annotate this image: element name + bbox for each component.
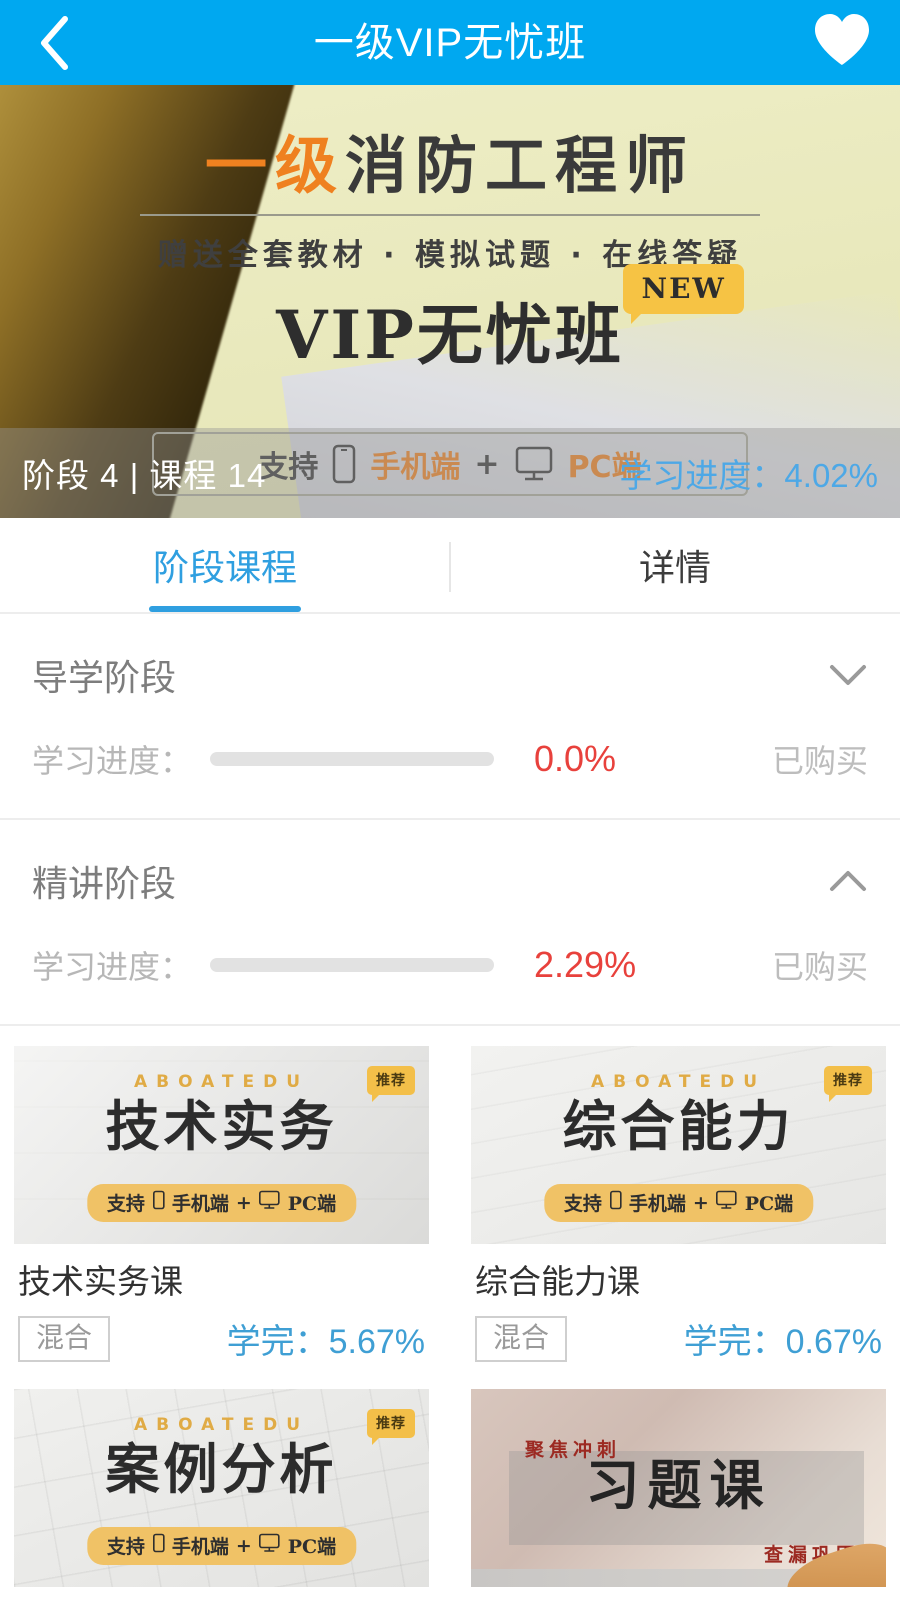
- course-type-tag: 混合: [18, 1315, 111, 1362]
- thumb-main-text: 技术实务: [105, 1095, 338, 1158]
- progress-track-jingjiang: [210, 958, 495, 972]
- course-card[interactable]: 聚焦冲刺 习题课 查漏巩固: [471, 1389, 886, 1588]
- course-grid: ABOATEDU 推荐 技术实务 支持 手机端 + PC端 技术实务课 混合 学…: [0, 1026, 900, 1588]
- course-thumbnail[interactable]: ABOATEDU 推荐 技术实务 支持 手机端 + PC端: [14, 1046, 429, 1244]
- thumb-support-mobile: 手机端: [171, 1536, 229, 1559]
- course-completed-value: 0.67%: [785, 1323, 882, 1362]
- tab-stage-courses[interactable]: 阶段课程: [0, 518, 450, 612]
- course-completed-label: 学完：: [226, 1323, 329, 1362]
- course-meta: 混合 学完：0.67%: [471, 1314, 886, 1363]
- banner-title: 一级消防工程师: [0, 133, 900, 198]
- section-progress-jingjiang: 学习进度： 2.29% 已购买: [0, 942, 900, 1024]
- overall-progress-value: 4.02%: [784, 457, 878, 494]
- purchased-badge-jingjiang: 已购买: [771, 949, 868, 985]
- banner-divider: [140, 214, 760, 217]
- thumb-support-bar: 支持 手机端 + PC端: [543, 1184, 814, 1222]
- course-card[interactable]: ABOATEDU 推荐 综合能力 支持 手机端 + PC端 综合能力课 混合 学…: [471, 1046, 886, 1363]
- tab-bar: 阶段课程 详情: [0, 518, 900, 614]
- purchased-badge-daoxue: 已购买: [771, 743, 868, 779]
- banner-subtitle: 赠送全套教材 · 模拟试题 · 在线答疑: [157, 238, 743, 274]
- desktop-monitor-icon: [716, 1190, 738, 1215]
- thumb-main-text: 综合能力: [562, 1095, 795, 1158]
- thumb-main-text: 案例分析: [105, 1438, 338, 1502]
- recommend-badge: 推荐: [367, 1409, 415, 1446]
- thumb-support-plus: +: [235, 1534, 252, 1557]
- mobile-phone-icon: [609, 1190, 622, 1215]
- course-type-tag: 混合: [475, 1315, 568, 1362]
- thumb-support-mobile: 手机端: [171, 1193, 229, 1215]
- recommend-badge: 推荐: [367, 1066, 415, 1102]
- thumb-support-prefix: 支持: [106, 1536, 145, 1559]
- progress-track-daoxue: [210, 752, 495, 766]
- overall-progress-label: 学习进度：: [619, 457, 785, 494]
- banner-title-rest: 消防工程师: [345, 129, 696, 202]
- section-jingjiang: 精讲阶段 学习进度： 2.29% 已购买: [0, 820, 900, 1026]
- thumb-support-bar: 支持 手机端 + PC端: [86, 1527, 357, 1566]
- course-thumbnail[interactable]: ABOATEDU 推荐 综合能力 支持 手机端 + PC端: [471, 1046, 886, 1244]
- thumb-support-pc: PC端: [744, 1193, 794, 1215]
- banner-vip-block: VIP无忧班 NEW: [276, 264, 744, 375]
- section-title-jingjiang: 精讲阶段: [32, 863, 177, 904]
- course-card[interactable]: ABOATEDU 推荐 案例分析 支持 手机端 + PC端: [14, 1389, 429, 1588]
- recommend-badge: 推荐: [824, 1066, 872, 1102]
- thumb-support-prefix: 支持: [563, 1193, 602, 1215]
- course-completed-value: 5.67%: [328, 1323, 425, 1362]
- thumb-support-plus: +: [692, 1191, 709, 1214]
- desktop-monitor-icon: [259, 1533, 281, 1558]
- section-title-daoxue: 导学阶段: [32, 657, 177, 698]
- course-title: 综合能力课: [475, 1263, 640, 1300]
- progress-label-daoxue: 学习进度：: [32, 743, 193, 779]
- chevron-down-icon[interactable]: [828, 655, 868, 695]
- chevron-left-icon: [37, 15, 71, 71]
- mobile-phone-icon: [152, 1533, 165, 1558]
- chevron-up-icon[interactable]: [828, 861, 868, 901]
- tab-details-label: 详情: [638, 547, 711, 588]
- progress-value-daoxue: 0.0%: [534, 738, 617, 779]
- new-badge: NEW: [623, 264, 744, 325]
- course-meta: 混合 学完：5.67%: [14, 1314, 429, 1363]
- favorite-button[interactable]: [812, 14, 872, 72]
- thumb-support-mobile: 手机端: [628, 1193, 686, 1215]
- mobile-phone-icon: [152, 1190, 165, 1215]
- overall-progress: 学习进度：4.02%: [619, 449, 878, 497]
- course-thumbnail[interactable]: ABOATEDU 推荐 案例分析 支持 手机端 + PC端: [14, 1389, 429, 1588]
- course-completed: 学完：5.67%: [227, 1314, 425, 1363]
- section-progress-daoxue: 学习进度： 0.0% 已购买: [0, 736, 900, 818]
- section-daoxue: 导学阶段 学习进度： 0.0% 已购买: [0, 614, 900, 820]
- tab-stage-courses-label: 阶段课程: [152, 547, 297, 588]
- heart-icon: [812, 12, 872, 73]
- tab-details[interactable]: 详情: [450, 518, 900, 612]
- course-completed-label: 学完：: [683, 1323, 786, 1362]
- banner-content: 一级消防工程师 赠送全套教材 · 模拟试题 · 在线答疑 VIP无忧班 NEW: [0, 85, 900, 368]
- thumb-support-pc: PC端: [287, 1536, 337, 1559]
- thumb-support-pc: PC端: [287, 1193, 337, 1215]
- banner-progress-overlay: 阶段 4 | 课程 14 学习进度：4.02%: [0, 428, 900, 518]
- page-title: 一级VIP无忧班: [313, 20, 587, 65]
- desktop-monitor-icon: [259, 1190, 281, 1215]
- course-thumbnail[interactable]: 聚焦冲刺 习题课 查漏巩固: [471, 1389, 886, 1588]
- app-header: 一级VIP无忧班: [0, 0, 900, 85]
- banner-title-accent: 一级: [204, 129, 345, 202]
- app-screen: 一级VIP无忧班 一级消防工程师 赠送全套教材 · 模拟试题 · 在线答疑 VI…: [0, 0, 900, 1600]
- course-title: 技术实务课: [18, 1263, 183, 1300]
- progress-value-jingjiang: 2.29%: [534, 944, 637, 985]
- thumb-support-plus: +: [235, 1191, 252, 1214]
- section-header-daoxue[interactable]: 导学阶段: [0, 614, 900, 736]
- section-header-jingjiang[interactable]: 精讲阶段: [0, 820, 900, 942]
- course-banner[interactable]: 一级消防工程师 赠送全套教材 · 模拟试题 · 在线答疑 VIP无忧班 NEW …: [0, 85, 900, 518]
- thumb-support-prefix: 支持: [106, 1193, 145, 1215]
- course-card[interactable]: ABOATEDU 推荐 技术实务 支持 手机端 + PC端 技术实务课 混合 学…: [14, 1046, 429, 1363]
- stage-course-label: 阶段 4 | 课程 14: [22, 457, 267, 494]
- banner-vip-text: VIP无忧班: [276, 296, 624, 375]
- back-button[interactable]: [26, 15, 82, 71]
- course-completed: 学完：0.67%: [684, 1314, 882, 1363]
- progress-label-jingjiang: 学习进度：: [32, 949, 193, 985]
- thumb-support-bar: 支持 手机端 + PC端: [86, 1184, 357, 1222]
- thumb-main-text: 习题课: [585, 1454, 772, 1518]
